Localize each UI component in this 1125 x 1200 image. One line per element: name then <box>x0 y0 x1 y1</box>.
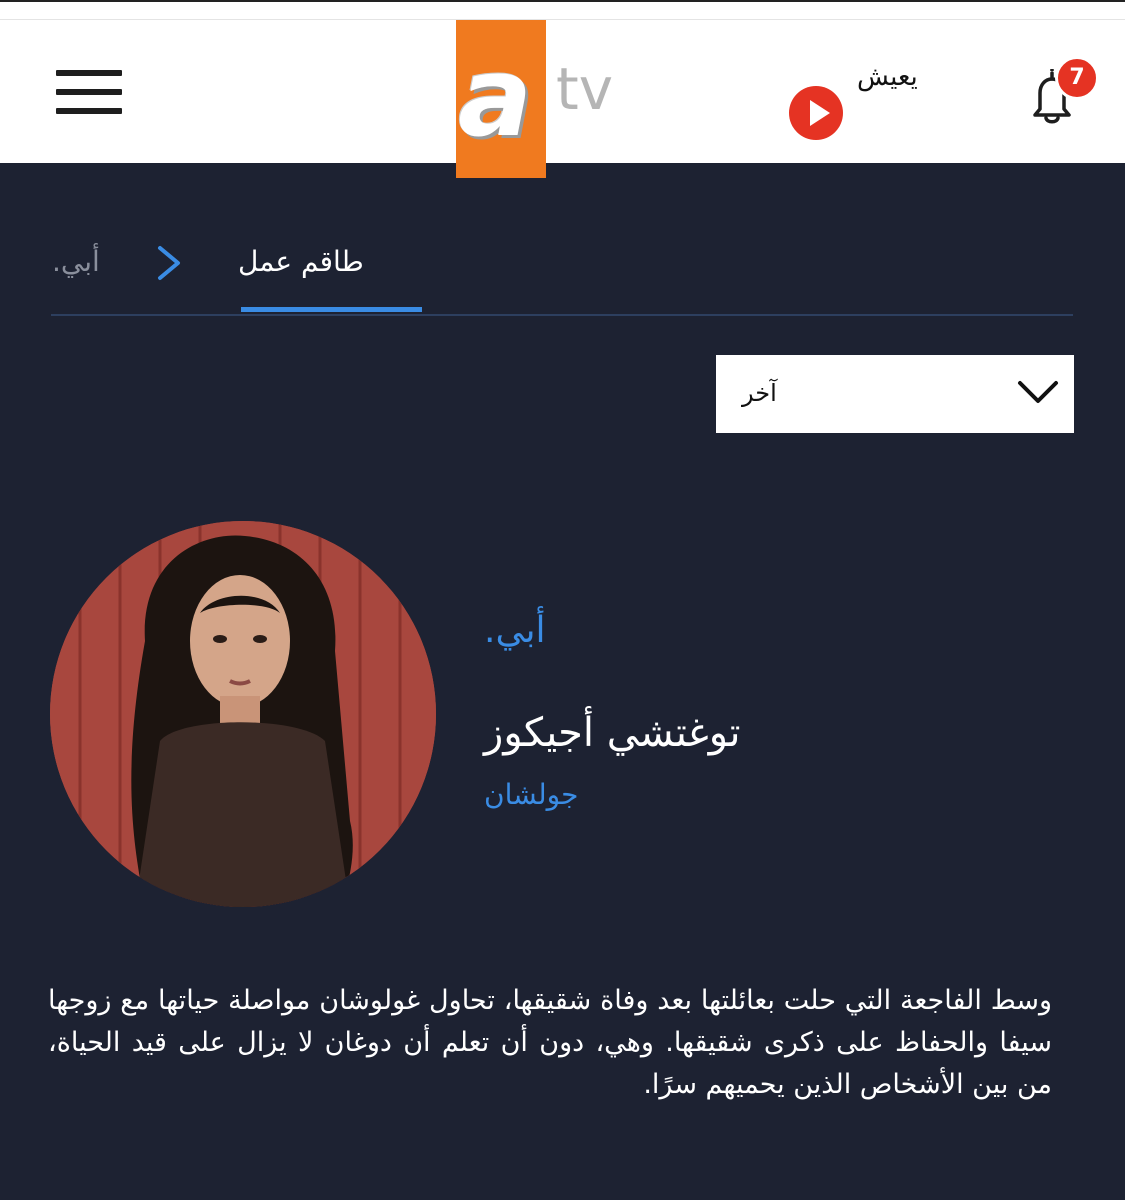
live-label: يعيش <box>857 62 918 92</box>
top-bar <box>0 2 1125 20</box>
character-name: جولشان <box>484 778 579 811</box>
breadcrumb-divider <box>51 314 1073 316</box>
logo-letter-a: a <box>458 33 533 161</box>
chevron-down-icon <box>1018 381 1058 403</box>
site-header: a tv يعيش 7 <box>0 20 1125 178</box>
filter-select[interactable]: آخر <box>716 355 1074 433</box>
character-description: وسط الفاجعة التي حلت بعائلتها بعد وفاة ش… <box>48 985 1052 1100</box>
cast-photo[interactable] <box>50 521 436 907</box>
tab-cast[interactable]: طاقم عمل <box>238 245 364 278</box>
chevron-right-icon <box>158 246 180 280</box>
notification-badge[interactable]: 7 <box>1055 56 1099 100</box>
atv-logo[interactable]: a <box>456 20 546 178</box>
breadcrumb-back-link[interactable]: أبي. <box>52 245 100 278</box>
logo-tv-text: tv <box>556 55 614 123</box>
show-title-link[interactable]: أبي. <box>484 610 545 651</box>
play-icon[interactable] <box>789 86 843 140</box>
menu-icon[interactable] <box>56 70 122 114</box>
filter-selected-value: آخر <box>742 379 777 407</box>
tab-active-indicator <box>241 307 422 312</box>
actor-name: توغتشي أجيكوز <box>484 710 741 756</box>
